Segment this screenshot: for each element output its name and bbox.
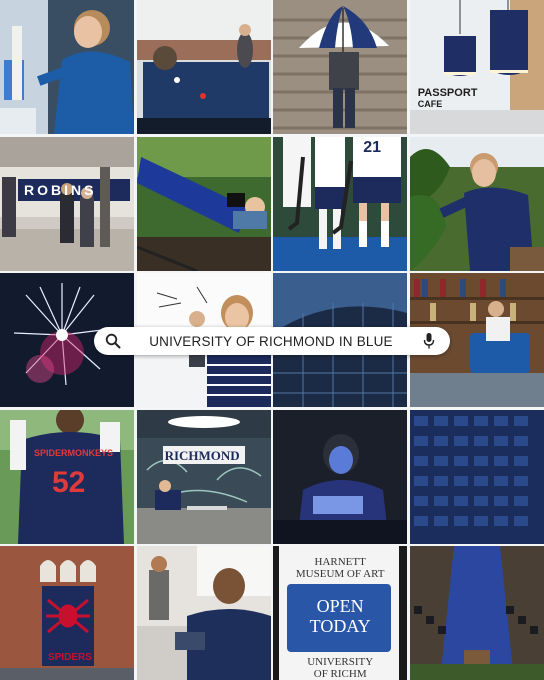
photo-spiders-banner-building[interactable]: SPIDERS <box>0 546 134 680</box>
photo-commencement-ceremony[interactable] <box>409 546 544 680</box>
photo-blue-stadium-seats[interactable] <box>409 409 544 544</box>
photo-passport-cafe[interactable]: PASSPORT CAFE <box>409 0 544 134</box>
photo-pool-table-lounge[interactable] <box>136 0 271 134</box>
photo-woman-at-vending-screen[interactable] <box>0 0 134 134</box>
photo-harnett-museum-sign[interactable]: HARNETT MUSEUM OF ART OPEN TODAY UNIVERS… <box>273 546 408 680</box>
photo-student-with-umbrella[interactable] <box>273 0 408 134</box>
photo-student-gardening[interactable] <box>409 136 544 271</box>
photo-student-lab-blue-light[interactable] <box>273 409 408 544</box>
photo-student-in-hammock[interactable] <box>136 136 271 271</box>
photo-richmond-mural-lounge[interactable]: RICHMOND <box>136 409 271 544</box>
photo-field-hockey-players[interactable]: 21 <box>273 136 408 271</box>
photo-robins-center-lobby[interactable]: ROBINS <box>0 136 134 271</box>
microphone-icon[interactable] <box>420 332 438 350</box>
photo-lecture-classroom[interactable] <box>136 546 271 680</box>
search-query-text[interactable]: UNIVERSITY OF RICHMOND IN BLUE <box>122 334 420 349</box>
search-icon[interactable] <box>104 332 122 350</box>
search-bar[interactable]: UNIVERSITY OF RICHMOND IN BLUE <box>94 327 450 355</box>
photo-spidermonkeys-jersey[interactable]: SPIDERMONKEYS 52 <box>0 409 134 544</box>
